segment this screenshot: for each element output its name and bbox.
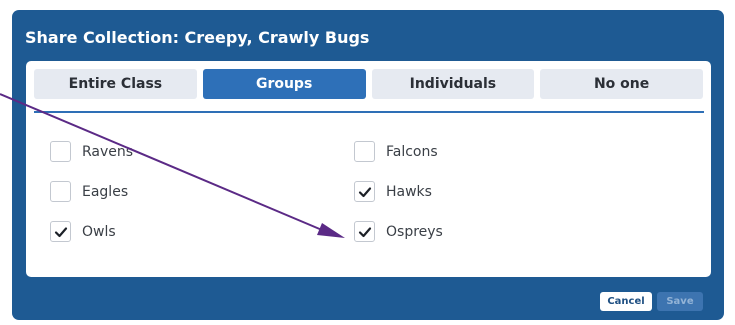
dialog-title: Share Collection: Creepy, Crawly Bugs — [25, 28, 370, 47]
group-checkbox-list: Ravens Eagles Owls Falcons Hawks Ospreys — [50, 141, 690, 261]
cancel-button[interactable]: Cancel — [600, 292, 652, 311]
group-option-ravens[interactable]: Ravens — [50, 141, 133, 162]
share-scope-tabs: Entire Class Groups Individuals No one — [34, 69, 703, 99]
group-option-owls[interactable]: Owls — [50, 221, 116, 242]
group-label: Owls — [82, 223, 116, 240]
group-label: Eagles — [82, 183, 129, 200]
eagles-checkbox[interactable] — [50, 181, 71, 202]
tab-no-one[interactable]: No one — [540, 69, 703, 99]
group-label: Ravens — [82, 143, 134, 160]
owls-checkbox[interactable] — [50, 221, 71, 242]
hawks-checkbox[interactable] — [354, 181, 375, 202]
group-option-falcons[interactable]: Falcons — [354, 141, 438, 162]
tab-groups[interactable]: Groups — [202, 69, 366, 99]
check-icon — [358, 186, 371, 197]
tab-divider — [34, 111, 704, 113]
group-label: Falcons — [386, 143, 438, 160]
check-icon — [358, 226, 371, 237]
share-panel: Entire Class Groups Individuals No one R… — [26, 61, 711, 277]
group-option-eagles[interactable]: Eagles — [50, 181, 128, 202]
check-icon — [54, 226, 67, 237]
group-label: Hawks — [386, 183, 432, 200]
ospreys-checkbox[interactable] — [354, 221, 375, 242]
group-label: Ospreys — [386, 223, 443, 240]
screen: Share Collection: Creepy, Crawly Bugs En… — [0, 0, 735, 325]
tab-entire-class[interactable]: Entire Class — [34, 69, 197, 99]
group-option-ospreys[interactable]: Ospreys — [354, 221, 443, 242]
save-button[interactable]: Save — [657, 292, 703, 311]
group-option-hawks[interactable]: Hawks — [354, 181, 432, 202]
falcons-checkbox[interactable] — [354, 141, 375, 162]
ravens-checkbox[interactable] — [50, 141, 71, 162]
share-collection-dialog: Share Collection: Creepy, Crawly Bugs En… — [12, 10, 724, 320]
tab-individuals[interactable]: Individuals — [371, 69, 535, 99]
